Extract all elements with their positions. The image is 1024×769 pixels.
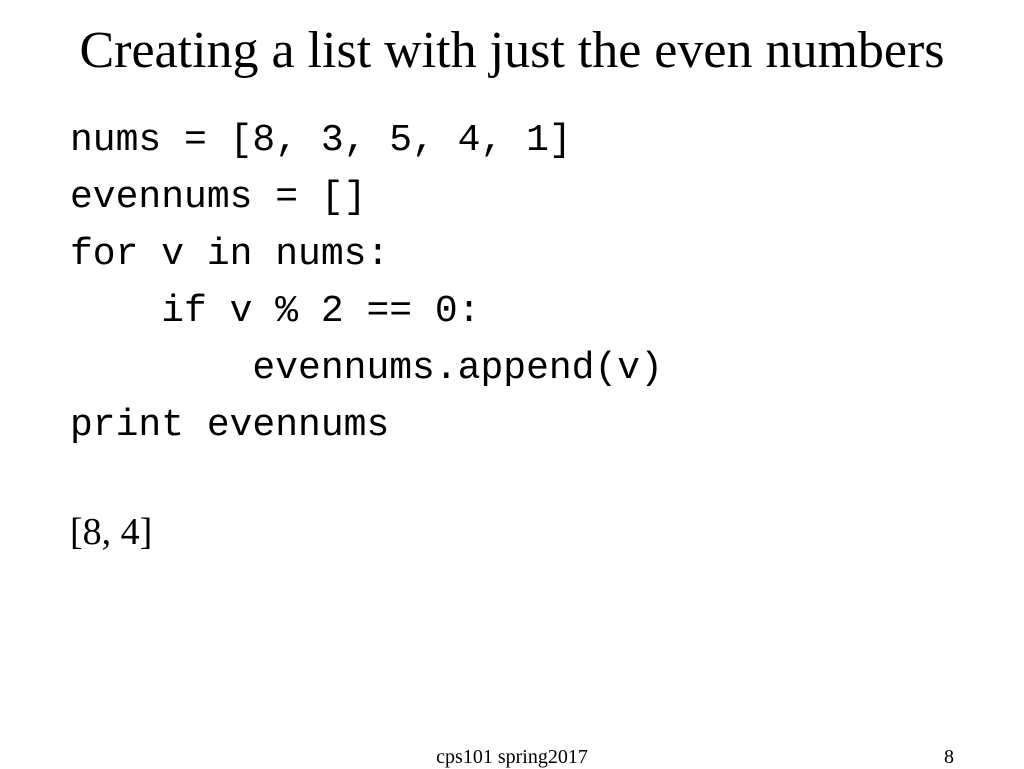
code-line: if v % 2 == 0:: [70, 283, 954, 340]
footer-course-label: cps101 spring2017: [436, 746, 588, 769]
code-line: nums = [8, 3, 5, 4, 1]: [70, 112, 954, 169]
output-text: [8, 4]: [70, 510, 954, 554]
code-line: evennums = []: [70, 169, 954, 226]
footer-page-number: 8: [944, 746, 954, 769]
slide-title: Creating a list with just the even numbe…: [70, 20, 954, 82]
slide-container: Creating a list with just the even numbe…: [0, 0, 1024, 768]
code-block: nums = [8, 3, 5, 4, 1] evennums = [] for…: [70, 112, 954, 454]
code-line: for v in nums:: [70, 226, 954, 283]
code-line: print evennums: [70, 397, 954, 454]
code-line: evennums.append(v): [70, 340, 954, 397]
